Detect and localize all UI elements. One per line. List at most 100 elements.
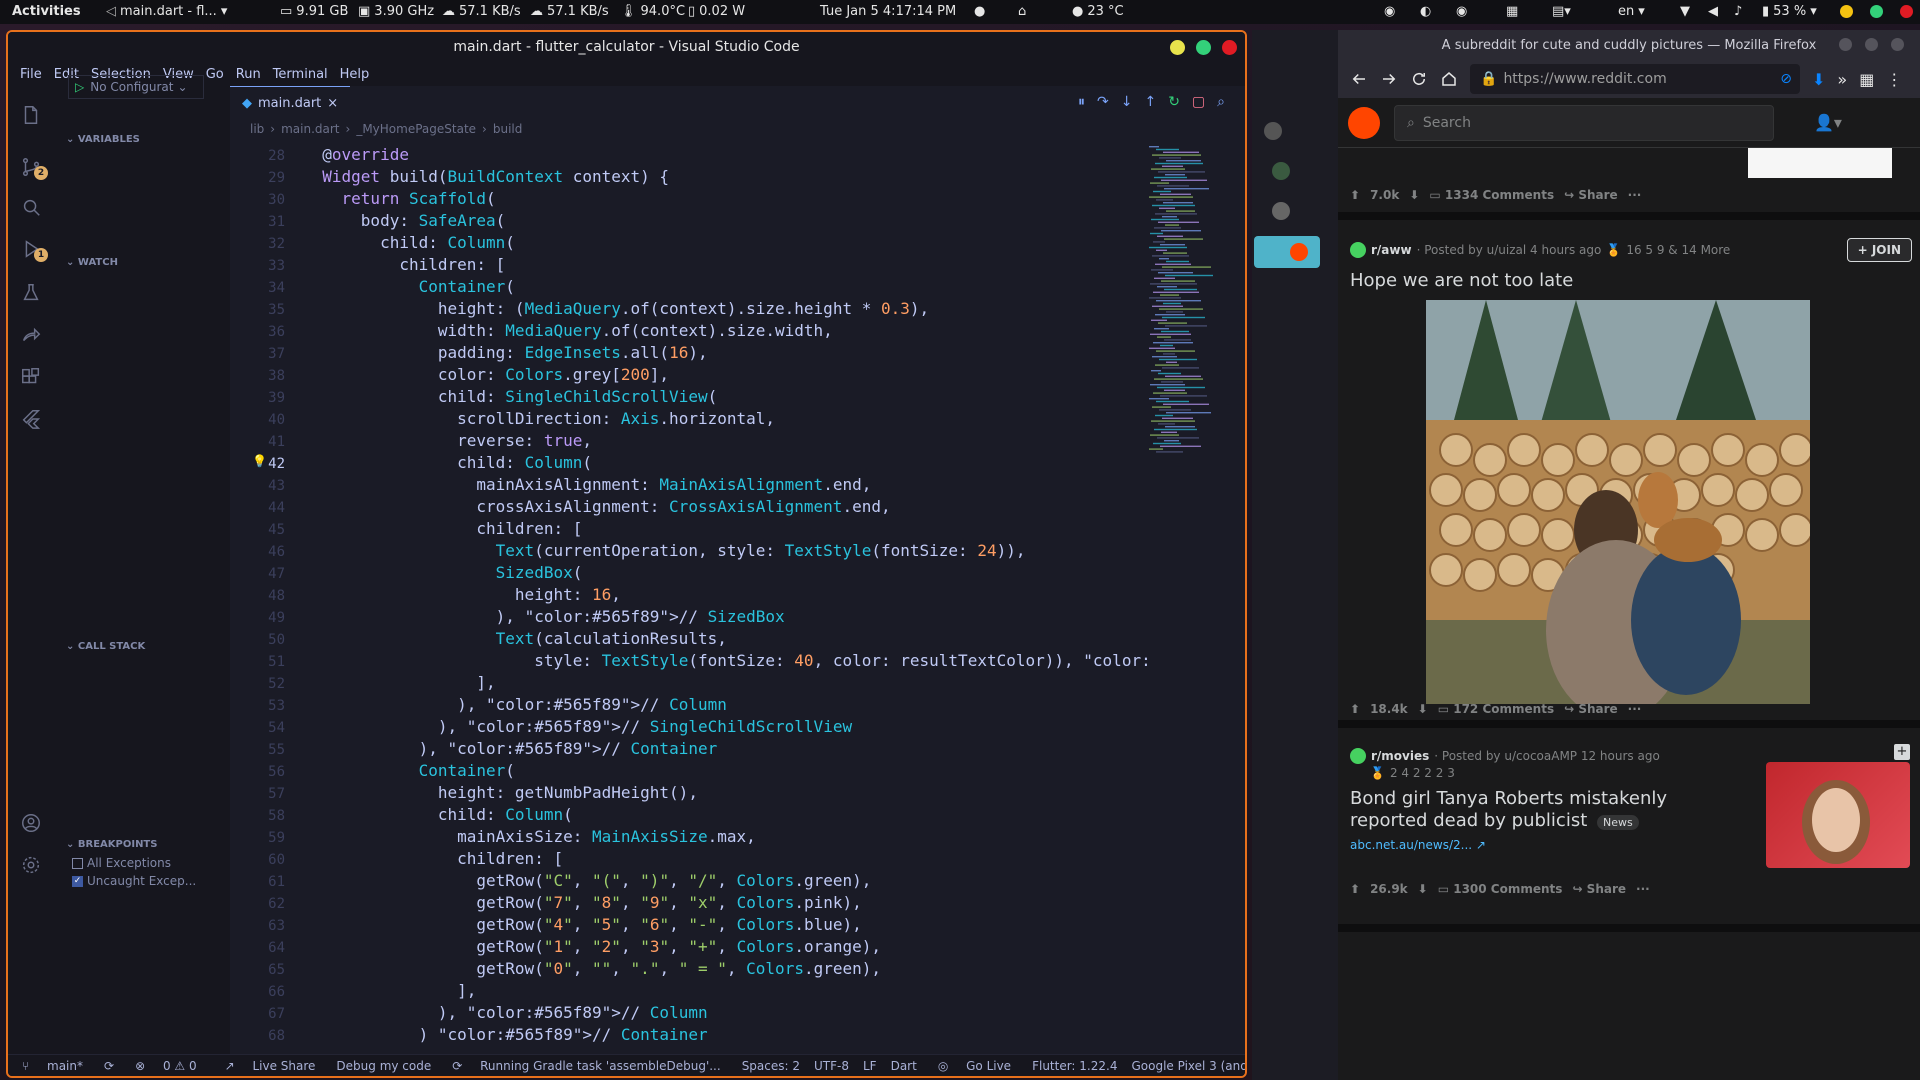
code-line[interactable]: 40 scrollDirection: Axis.horizontal, [230, 408, 1150, 430]
menu-terminal[interactable]: Terminal [267, 67, 334, 82]
status-gradle[interactable]: ⟳ Running Gradle task 'assembleDebug'... [438, 1059, 734, 1073]
code-text[interactable]: width: MediaQuery.of(context).size.width… [303, 321, 833, 340]
code-text[interactable]: height: 16, [303, 585, 621, 604]
code-text[interactable]: getRow("4", "5", "6", "-", Colors.blue), [303, 915, 861, 934]
breadcrumb-lib[interactable]: lib [250, 122, 264, 136]
line-number[interactable]: 38 [230, 365, 285, 387]
code-line[interactable]: 29 Widget build(BuildContext context) { [230, 166, 1150, 188]
reddit-tab-thumbnail[interactable] [1254, 236, 1320, 268]
upvote-icon[interactable]: ⬆ [1350, 188, 1360, 202]
comments-button[interactable]: ▭ 172 Comments [1438, 702, 1554, 716]
code-line[interactable]: 53 ), "color:#565f89">// Column [230, 694, 1150, 716]
code-text[interactable]: crossAxisAlignment: CrossAxisAlignment.e… [303, 497, 890, 516]
code-line[interactable]: 59 mainAxisSize: MainAxisSize.max, [230, 826, 1150, 848]
status-device[interactable]: Google Pixel 3 (android-x86) [1124, 1059, 1245, 1073]
maximize-button[interactable] [1196, 40, 1211, 55]
pause-icon[interactable]: ⏸ [1078, 94, 1085, 110]
close-button[interactable] [1891, 38, 1904, 51]
status-flutter[interactable]: Flutter: 1.22.4 [1025, 1059, 1124, 1073]
search-icon[interactable] [20, 196, 42, 218]
close-icon[interactable]: × [327, 96, 338, 111]
sync-icon[interactable]: ⟳ [97, 1059, 121, 1073]
post-thumbnail[interactable] [1766, 762, 1910, 868]
code-text[interactable]: getRow("1", "2", "3", "+", Colors.orange… [303, 937, 881, 956]
user-icon[interactable]: 👤▾ [1814, 113, 1842, 132]
code-line[interactable]: 51 style: TextStyle(fontSize: 40, color:… [230, 650, 1150, 672]
code-text[interactable]: getRow("0", "", ".", " = ", Colors.green… [303, 959, 881, 978]
wifi-icon[interactable]: ▼ [1680, 4, 1690, 19]
forward-icon[interactable] [1380, 70, 1398, 88]
code-line[interactable]: 62 getRow("7", "8", "9", "x", Colors.pin… [230, 892, 1150, 914]
maximize-dot[interactable] [1870, 5, 1883, 18]
code-text[interactable]: Container( [303, 761, 515, 780]
code-text[interactable]: color: Colors.grey[200], [303, 365, 669, 384]
battery-indicator[interactable]: ▮ 53 % ▾ [1762, 4, 1817, 19]
code-text[interactable]: child: Column( [303, 805, 573, 824]
code-line[interactable]: 63 getRow("4", "5", "6", "-", Colors.blu… [230, 914, 1150, 936]
comments-button[interactable]: ▭ 1300 Comments [1438, 882, 1563, 896]
live-share-icon[interactable] [20, 324, 42, 346]
reload-icon[interactable] [1410, 70, 1428, 88]
menu-go[interactable]: Go [200, 67, 230, 82]
minimize-dot[interactable] [1840, 5, 1853, 18]
record-icon[interactable]: ◉ [1456, 4, 1467, 19]
code-line[interactable]: 61 getRow("C", "(", ")", "/", Colors.gre… [230, 870, 1150, 892]
code-line[interactable]: 45 children: [ [230, 518, 1150, 540]
code-line[interactable]: 50 Text(calculationResults, [230, 628, 1150, 650]
line-number[interactable]: 46 [230, 541, 285, 563]
line-number[interactable]: 54 [230, 717, 285, 739]
code-text[interactable]: ), "color:#565f89">// Column [303, 1003, 708, 1022]
line-number[interactable]: 47 [230, 563, 285, 585]
comments-button[interactable]: ▭ 1334 Comments [1429, 188, 1554, 202]
code-line[interactable]: 55 ), "color:#565f89">// Container [230, 738, 1150, 760]
download-icon[interactable]: ⬇ [1812, 70, 1825, 89]
code-text[interactable]: style: TextStyle(fontSize: 40, color: re… [303, 651, 1150, 670]
line-number[interactable]: 30 [230, 189, 285, 211]
watch-section[interactable]: ⌄ WATCH [66, 257, 118, 268]
code-text[interactable]: SizedBox( [303, 563, 583, 582]
line-number[interactable]: 61 [230, 871, 285, 893]
post-card[interactable]: ⬆ 7.0k ⬇ ▭ 1334 Comments ↪ Share ··· [1338, 148, 1920, 220]
status-golive[interactable]: ◎ Go Live [924, 1059, 1025, 1073]
join-button[interactable]: + JOIN [1846, 238, 1912, 262]
code-line[interactable]: 48 height: 16, [230, 584, 1150, 606]
line-number[interactable]: 29 [230, 167, 285, 189]
code-text[interactable]: child: Column( [303, 453, 592, 472]
code-text[interactable]: reverse: true, [303, 431, 592, 450]
line-number[interactable]: 52 [230, 673, 285, 695]
status-language[interactable]: Dart [884, 1059, 924, 1073]
code-line[interactable]: 32 child: Column( [230, 232, 1150, 254]
inspect-icon[interactable]: ⌕ [1217, 94, 1225, 110]
downvote-icon[interactable]: ⬇ [1418, 702, 1428, 716]
breakpoints-section[interactable]: ⌄ BREAKPOINTS [66, 839, 157, 850]
bp-all-exceptions[interactable]: All Exceptions [72, 856, 171, 870]
menu-run[interactable]: Run [230, 67, 267, 82]
grid-icon[interactable]: ▦ [1506, 4, 1518, 19]
home-icon[interactable]: ⌂ [1018, 4, 1026, 19]
code-text[interactable]: Container( [303, 277, 515, 296]
code-view[interactable]: 28 @override 29 Widget build(BuildContext… [230, 144, 1150, 1044]
close-button[interactable] [1222, 40, 1237, 55]
line-number[interactable]: 56 [230, 761, 285, 783]
tab-main-dart[interactable]: ◆ main.dart × [230, 86, 351, 120]
code-text[interactable]: mainAxisAlignment: MainAxisAlignment.end… [303, 475, 871, 494]
code-text[interactable]: @override [303, 145, 409, 164]
line-number[interactable]: 49 [230, 607, 285, 629]
flair-badge[interactable]: News [1597, 815, 1639, 830]
code-line[interactable]: 64 getRow("1", "2", "3", "+", Colors.ora… [230, 936, 1150, 958]
more-icon[interactable]: ··· [1636, 882, 1650, 896]
line-number[interactable]: 28 [230, 145, 285, 167]
settings-gear-icon[interactable] [20, 854, 42, 876]
variables-section[interactable]: ⌄ VARIABLES [66, 134, 140, 145]
post-title[interactable]: Hope we are not too late [1350, 270, 1573, 291]
volume-icon[interactable]: ◀ [1708, 4, 1718, 19]
downvote-icon[interactable]: ⬇ [1418, 882, 1428, 896]
clock[interactable]: Tue Jan 5 4:17:14 PM [820, 4, 956, 19]
code-text[interactable]: Text(calculationResults, [303, 629, 727, 648]
line-number[interactable]: 39 [230, 387, 285, 409]
active-app-menu[interactable]: ◁ main.dart - fl... ▾ [106, 4, 227, 19]
testing-icon[interactable] [20, 282, 42, 304]
code-text[interactable]: padding: EdgeInsets.all(16), [303, 343, 708, 362]
clipboard-icon[interactable]: ▤▾ [1552, 4, 1571, 19]
chat-icon[interactable]: ◉ [1384, 4, 1395, 19]
